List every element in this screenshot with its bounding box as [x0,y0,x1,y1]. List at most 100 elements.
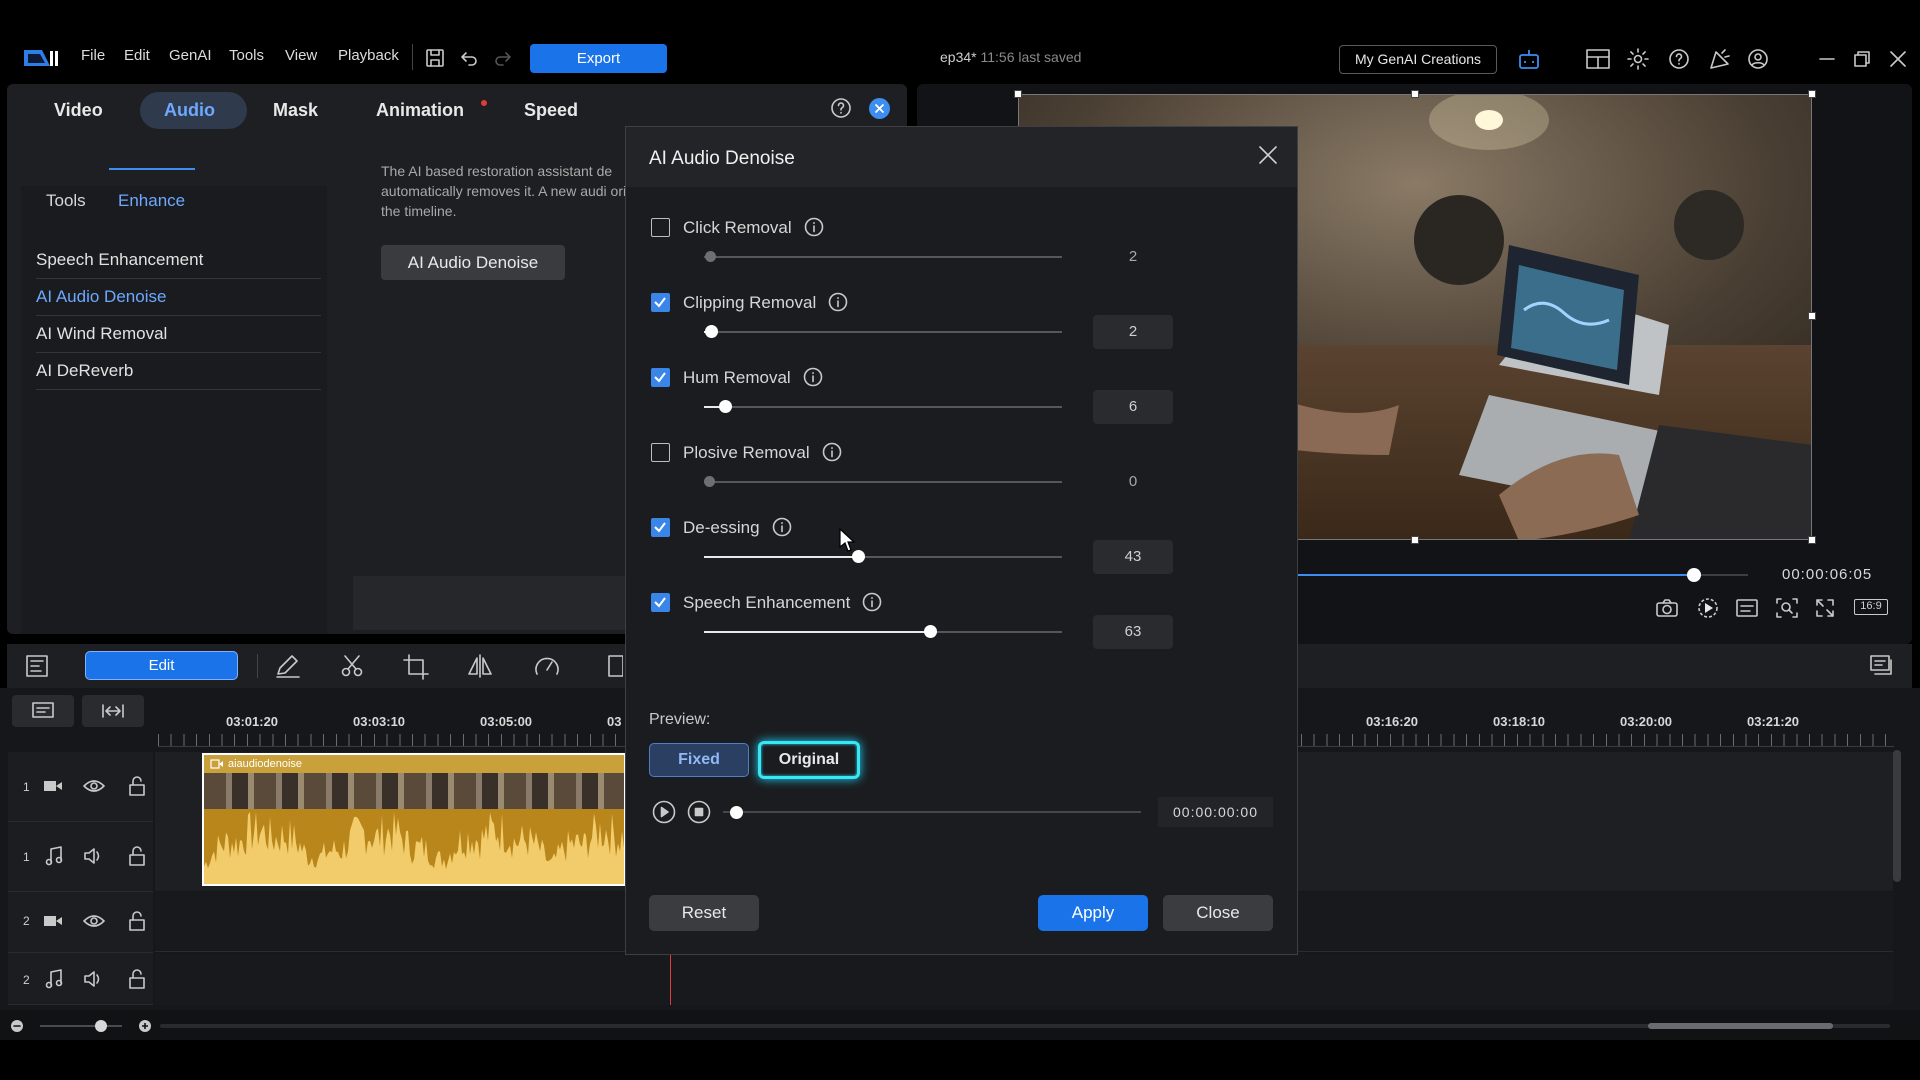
menu-tools[interactable]: Tools [229,47,264,64]
info-icon[interactable] [862,592,882,612]
lock-icon[interactable] [128,911,146,931]
dialog-preview-slider-knob[interactable] [730,806,743,819]
tab-animation[interactable]: Animation [376,100,464,121]
flip-icon[interactable] [467,654,493,678]
apply-button[interactable]: Apply [1038,895,1148,931]
option-checkbox[interactable] [651,218,670,237]
side-item-ai-dereverb[interactable]: AI DeReverb [36,353,321,390]
tab-audio[interactable]: Audio [164,100,215,121]
side-item-speech-enhancement[interactable]: Speech Enhancement [36,242,321,279]
crop-icon[interactable] [403,654,429,680]
dialog-stop-icon[interactable] [687,800,711,824]
option-value[interactable]: 6 [1093,390,1173,424]
option-value[interactable]: 2 [1093,315,1173,349]
mute-speaker-icon[interactable] [83,846,105,866]
zoom-preview-icon[interactable] [1776,598,1798,618]
info-icon[interactable] [828,292,848,312]
fullscreen-icon[interactable] [1815,598,1835,618]
close-button[interactable]: Close [1163,895,1273,931]
lock-icon[interactable] [128,846,146,866]
reset-button[interactable]: Reset [649,895,759,931]
menu-file[interactable]: File [81,47,105,64]
menu-playback[interactable]: Playback [338,47,399,64]
play-preview-icon[interactable] [1697,597,1719,619]
preview-fixed-button[interactable]: Fixed [649,743,749,777]
option-slider[interactable] [704,325,1062,338]
subtab-tools[interactable]: Tools [46,191,86,211]
info-icon[interactable] [772,517,792,537]
menu-view[interactable]: View [285,47,317,64]
zoom-slider-knob[interactable] [95,1020,107,1032]
feedback-icon[interactable] [1708,48,1732,70]
help-icon[interactable] [1668,48,1690,70]
redo-icon[interactable] [493,48,513,68]
track-manager-button[interactable] [12,695,74,727]
subtab-enhance[interactable]: Enhance [118,191,185,211]
frame-handle[interactable] [1808,536,1816,544]
playhead[interactable] [670,955,671,1005]
zoom-out-icon[interactable] [10,1019,24,1033]
option-checkbox[interactable] [651,293,670,312]
scrollbar-thumb[interactable] [1648,1023,1833,1029]
visibility-eye-icon[interactable] [83,913,105,929]
speed-icon[interactable] [534,654,560,678]
option-value[interactable]: 43 [1093,540,1173,574]
preview-original-button[interactable]: Original [758,741,860,779]
option-slider[interactable] [704,400,1062,413]
playback-head[interactable] [1687,568,1701,582]
timeline-horizontal-scrollbar[interactable] [160,1024,1890,1028]
info-icon[interactable] [822,442,842,462]
pen-icon[interactable] [275,654,301,678]
ai-audio-denoise-button[interactable]: AI Audio Denoise [381,245,565,280]
edit-button[interactable]: Edit [85,651,238,680]
lock-icon[interactable] [128,776,146,796]
timeline-vertical-scrollbar[interactable] [1893,750,1901,882]
more-tools-icon[interactable] [607,654,623,678]
snapshot-icon[interactable] [1656,598,1678,618]
close-window-icon[interactable] [1889,50,1907,68]
option-value[interactable]: 0 [1093,465,1173,499]
split-scissors-icon[interactable] [340,654,364,678]
option-checkbox[interactable] [651,518,670,537]
frame-handle[interactable] [1808,312,1816,320]
menu-edit[interactable]: Edit [124,47,150,64]
zoom-in-icon[interactable] [138,1019,152,1033]
save-icon[interactable] [425,48,445,68]
info-icon[interactable] [803,367,823,387]
option-slider-knob[interactable] [719,400,733,413]
option-value[interactable]: 63 [1093,615,1173,649]
playback-scrubber[interactable] [1298,568,1748,582]
info-icon[interactable] [804,217,824,237]
undo-icon[interactable] [459,48,479,68]
option-slider[interactable] [704,251,1062,262]
option-slider-knob[interactable] [705,251,717,262]
menu-genai[interactable]: GenAI [169,47,212,64]
frame-handle[interactable] [1014,90,1022,98]
snap-button[interactable] [82,695,144,727]
layout-icon[interactable] [1586,49,1610,69]
option-slider-knob[interactable] [705,325,719,338]
dialog-preview-slider[interactable] [723,811,1141,813]
option-checkbox[interactable] [651,443,670,462]
export-button[interactable]: Export [530,44,667,73]
lock-icon[interactable] [128,969,146,989]
option-slider[interactable] [704,476,1062,487]
frame-handle[interactable] [1411,536,1419,544]
option-slider[interactable] [704,625,1062,638]
aspect-ratio-button[interactable]: 16:9 [1854,599,1888,615]
dialog-close-icon[interactable] [1258,145,1278,165]
tab-mask[interactable]: Mask [273,100,318,121]
ai-assistant-icon[interactable] [1517,48,1541,72]
panel-help-icon[interactable] [830,97,852,119]
option-checkbox[interactable] [651,593,670,612]
timeline-settings-icon[interactable] [1869,654,1895,678]
side-item-ai-audio-denoise[interactable]: AI Audio Denoise [36,279,321,316]
account-icon[interactable] [1747,48,1769,70]
my-genai-creations-button[interactable]: My GenAI Creations [1339,45,1497,74]
option-slider[interactable] [704,550,1062,563]
tab-speed[interactable]: Speed [524,100,578,121]
visibility-eye-icon[interactable] [83,778,105,794]
zoom-slider[interactable] [40,1025,122,1027]
mute-speaker-icon[interactable] [83,969,105,989]
option-value[interactable]: 2 [1093,240,1173,274]
